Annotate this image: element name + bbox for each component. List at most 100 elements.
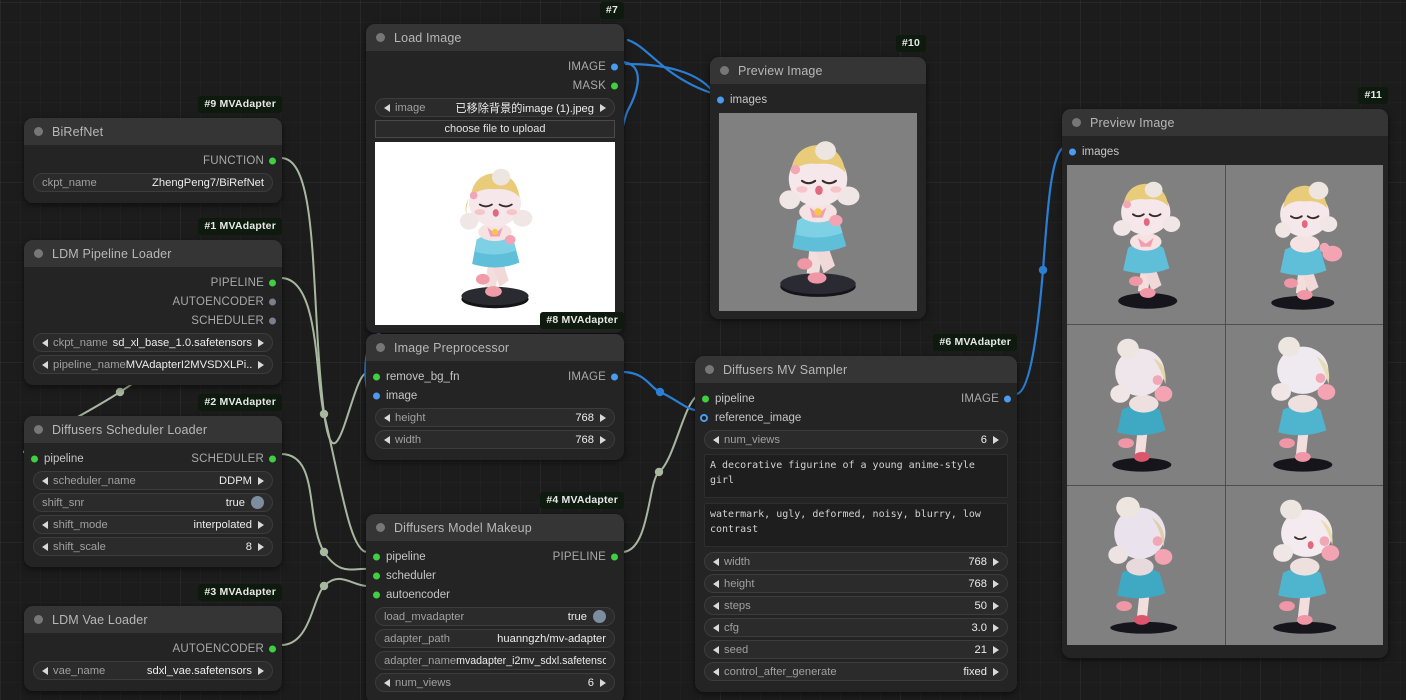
decrement-arrow-icon[interactable] bbox=[384, 678, 390, 687]
port-row-pipeline[interactable]: pipeline PIPELINE bbox=[366, 547, 624, 566]
increment-arrow-icon[interactable] bbox=[258, 476, 264, 485]
input-port-scheduler[interactable]: scheduler bbox=[366, 566, 624, 585]
widget-control-after-generate[interactable]: control_after_generate fixed bbox=[704, 662, 1008, 681]
widget-scheduler-name[interactable]: scheduler_name DDPM bbox=[33, 471, 273, 490]
collapse-dot-icon[interactable] bbox=[34, 425, 43, 434]
decrement-arrow-icon[interactable] bbox=[713, 557, 719, 566]
increment-arrow-icon[interactable] bbox=[600, 413, 606, 422]
collapse-dot-icon[interactable] bbox=[1072, 118, 1081, 127]
choose-file-to-upload-button[interactable]: choose file to upload bbox=[375, 120, 615, 138]
widget-height[interactable]: height 768 bbox=[375, 408, 615, 427]
port-dot-icon[interactable] bbox=[269, 317, 276, 324]
port-dot-icon[interactable] bbox=[373, 572, 380, 579]
decrement-arrow-icon[interactable] bbox=[42, 360, 48, 369]
increment-arrow-icon[interactable] bbox=[993, 579, 999, 588]
increment-arrow-icon[interactable] bbox=[993, 435, 999, 444]
input-port-image[interactable]: image bbox=[366, 386, 624, 405]
node-titlebar[interactable]: Preview Image bbox=[1062, 109, 1388, 136]
port-dot-icon[interactable] bbox=[373, 553, 380, 560]
decrement-arrow-icon[interactable] bbox=[713, 601, 719, 610]
node-diffusers-mv-sampler[interactable]: #6 MVAdapter Diffusers MV Sampler pipeli… bbox=[695, 334, 1017, 692]
decrement-arrow-icon[interactable] bbox=[713, 435, 719, 444]
increment-arrow-icon[interactable] bbox=[258, 338, 264, 347]
port-dot-icon[interactable] bbox=[1004, 395, 1011, 402]
widget-image-file[interactable]: image 已移除背景的image (1).jpeg bbox=[375, 98, 615, 117]
preview-image-grid[interactable] bbox=[1067, 165, 1383, 645]
widget-seed[interactable]: seed 21 bbox=[704, 640, 1008, 659]
increment-arrow-icon[interactable] bbox=[993, 645, 999, 654]
node-titlebar[interactable]: BiRefNet bbox=[24, 118, 282, 145]
widget-adapter-name[interactable]: adapter_name mvadapter_i2mv_sdxl.safeten… bbox=[375, 651, 615, 670]
decrement-arrow-icon[interactable] bbox=[42, 520, 48, 529]
node-titlebar[interactable]: Diffusers MV Sampler bbox=[695, 356, 1017, 383]
input-port-autoencoder[interactable]: autoencoder bbox=[366, 585, 624, 604]
port-dot-icon[interactable] bbox=[611, 82, 618, 89]
widget-num-views[interactable]: num_views 6 bbox=[704, 430, 1008, 449]
toggle-switch[interactable] bbox=[251, 496, 264, 509]
node-diffusers-scheduler-loader[interactable]: #2 MVAdapter Diffusers Scheduler Loader … bbox=[24, 394, 282, 567]
port-dot-icon[interactable] bbox=[611, 553, 618, 560]
port-dot-icon[interactable] bbox=[1069, 148, 1076, 155]
increment-arrow-icon[interactable] bbox=[993, 667, 999, 676]
widget-height[interactable]: height 768 bbox=[704, 574, 1008, 593]
node-ldm-vae-loader[interactable]: #3 MVAdapter LDM Vae Loader AUTOENCODER … bbox=[24, 584, 282, 691]
output-port-scheduler[interactable]: SCHEDULER bbox=[24, 311, 282, 330]
port-dot-icon[interactable] bbox=[269, 279, 276, 286]
grid-cell-view-4[interactable] bbox=[1225, 325, 1383, 485]
output-port-pipeline[interactable]: PIPELINE bbox=[24, 273, 282, 292]
widget-width[interactable]: width 768 bbox=[704, 552, 1008, 571]
output-port-autoencoder[interactable]: AUTOENCODER bbox=[24, 639, 282, 658]
node-ldm-pipeline-loader[interactable]: #1 MVAdapter LDM Pipeline Loader PIPELIN… bbox=[24, 218, 282, 385]
node-preview-image-single[interactable]: #10 Preview Image images bbox=[710, 35, 926, 319]
node-image-preprocessor[interactable]: #8 MVAdapter Image Preprocessor remove_b… bbox=[366, 312, 624, 460]
port-dot-icon[interactable] bbox=[373, 373, 380, 380]
port-dot-icon[interactable] bbox=[373, 591, 380, 598]
negative-prompt-textarea[interactable]: watermark, ugly, deformed, noisy, blurry… bbox=[704, 503, 1008, 547]
node-titlebar[interactable]: Load Image bbox=[366, 24, 624, 51]
collapse-dot-icon[interactable] bbox=[705, 365, 714, 374]
grid-cell-view-3[interactable] bbox=[1067, 325, 1225, 485]
output-port-autoencoder[interactable]: AUTOENCODER bbox=[24, 292, 282, 311]
port-dot-icon[interactable] bbox=[31, 455, 38, 462]
grid-cell-view-1[interactable] bbox=[1067, 165, 1225, 325]
increment-arrow-icon[interactable] bbox=[258, 360, 264, 369]
increment-arrow-icon[interactable] bbox=[993, 557, 999, 566]
port-dot-icon[interactable] bbox=[700, 413, 708, 422]
node-birefnet[interactable]: #9 MVAdapter BiRefNet FUNCTION ckpt_name… bbox=[24, 96, 282, 203]
decrement-arrow-icon[interactable] bbox=[713, 667, 719, 676]
node-titlebar[interactable]: Diffusers Model Makeup bbox=[366, 514, 624, 541]
widget-adapter-path[interactable]: adapter_path huanngzh/mv-adapter bbox=[375, 629, 615, 648]
collapse-dot-icon[interactable] bbox=[376, 343, 385, 352]
decrement-arrow-icon[interactable] bbox=[713, 623, 719, 632]
widget-shift-mode[interactable]: shift_mode interpolated bbox=[33, 515, 273, 534]
decrement-arrow-icon[interactable] bbox=[713, 579, 719, 588]
port-row-pipeline-scheduler[interactable]: pipeline SCHEDULER bbox=[24, 449, 282, 468]
input-port-images[interactable]: images bbox=[710, 90, 926, 109]
decrement-arrow-icon[interactable] bbox=[42, 476, 48, 485]
port-dot-icon[interactable] bbox=[269, 298, 276, 305]
increment-arrow-icon[interactable] bbox=[600, 435, 606, 444]
collapse-dot-icon[interactable] bbox=[376, 523, 385, 532]
port-row-pipeline-image[interactable]: pipeline IMAGE bbox=[695, 389, 1017, 408]
decrement-arrow-icon[interactable] bbox=[713, 645, 719, 654]
increment-arrow-icon[interactable] bbox=[600, 103, 606, 112]
collapse-dot-icon[interactable] bbox=[376, 33, 385, 42]
node-titlebar[interactable]: Preview Image bbox=[710, 57, 926, 84]
positive-prompt-textarea[interactable]: A decorative figurine of a young anime-s… bbox=[704, 454, 1008, 498]
increment-arrow-icon[interactable] bbox=[258, 666, 264, 675]
collapse-dot-icon[interactable] bbox=[34, 249, 43, 258]
decrement-arrow-icon[interactable] bbox=[384, 103, 390, 112]
decrement-arrow-icon[interactable] bbox=[42, 338, 48, 347]
node-titlebar[interactable]: Image Preprocessor bbox=[366, 334, 624, 361]
widget-num-views[interactable]: num_views 6 bbox=[375, 673, 615, 692]
increment-arrow-icon[interactable] bbox=[258, 520, 264, 529]
toggle-switch[interactable] bbox=[593, 610, 606, 623]
output-port-image[interactable]: IMAGE bbox=[366, 57, 624, 76]
increment-arrow-icon[interactable] bbox=[993, 623, 999, 632]
output-port-function[interactable]: FUNCTION bbox=[24, 151, 282, 170]
port-dot-icon[interactable] bbox=[717, 96, 724, 103]
widget-shift-scale[interactable]: shift_scale 8 bbox=[33, 537, 273, 556]
port-dot-icon[interactable] bbox=[702, 395, 709, 402]
grid-cell-view-6[interactable] bbox=[1225, 485, 1383, 645]
node-titlebar[interactable]: LDM Pipeline Loader bbox=[24, 240, 282, 267]
